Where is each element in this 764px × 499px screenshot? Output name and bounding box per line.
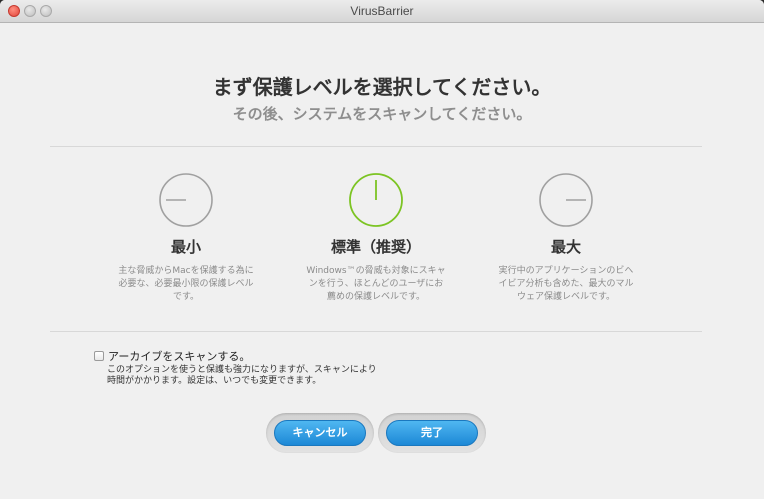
title-bar: VirusBarrier bbox=[0, 0, 764, 23]
done-button-well: 完了 bbox=[378, 413, 486, 453]
archive-scan-checkbox[interactable] bbox=[94, 351, 104, 361]
protection-option-standard[interactable]: 標準（推奨） Windows™の脅威も対象にスキャ ンを行う、ほとんどのユーザに… bbox=[296, 172, 456, 304]
gauge-standard-icon bbox=[349, 173, 403, 227]
protection-option-minimum[interactable]: 最小 主な脅威からMacを保護する為に 必要な、必要最小限の保護レベル です。 bbox=[106, 172, 266, 304]
page-subtitle: その後、システムをスキャンしてください。 bbox=[232, 105, 532, 123]
option-title-standard: 標準（推奨） bbox=[330, 238, 421, 256]
archive-scan-option[interactable]: アーカイブをスキャンする。 bbox=[94, 348, 250, 364]
page-title: まず保護レベルを選択してください。 bbox=[212, 75, 552, 99]
gauge-maximum-icon bbox=[539, 173, 593, 227]
option-title-maximum: 最大 bbox=[550, 238, 581, 256]
cancel-button[interactable]: キャンセル bbox=[274, 420, 366, 446]
gauge-minimum-icon bbox=[159, 173, 213, 227]
option-title-minimum: 最小 bbox=[170, 238, 201, 256]
top-divider bbox=[50, 146, 702, 147]
cancel-button-well: キャンセル bbox=[266, 413, 374, 453]
virusbarrier-window: VirusBarrier まず保護レベルを選択してください。 その後、システムを… bbox=[0, 0, 764, 499]
archive-scan-description: このオプションを使うと保護も強力になりますが、スキャンにより 時間がかかります。… bbox=[107, 365, 377, 386]
option-desc-minimum: 主な脅威からMacを保護する為に 必要な、必要最小限の保護レベル です。 bbox=[118, 266, 254, 302]
done-button[interactable]: 完了 bbox=[386, 420, 478, 446]
option-desc-standard: Windows™の脅威も対象にスキャ ンを行う、ほとんどのユーザにお 薦めの保護… bbox=[306, 266, 446, 302]
window-title: VirusBarrier bbox=[350, 4, 414, 18]
protection-option-maximum[interactable]: 最大 実行中のアプリケーションのビヘ イビア分析も含めた、最大のマル ウェア保護… bbox=[486, 172, 646, 304]
archive-scan-label: アーカイブをスキャンする。 bbox=[108, 350, 251, 363]
bottom-divider bbox=[50, 331, 702, 332]
option-desc-maximum: 実行中のアプリケーションのビヘ イビア分析も含めた、最大のマル ウェア保護レベル… bbox=[498, 266, 634, 302]
